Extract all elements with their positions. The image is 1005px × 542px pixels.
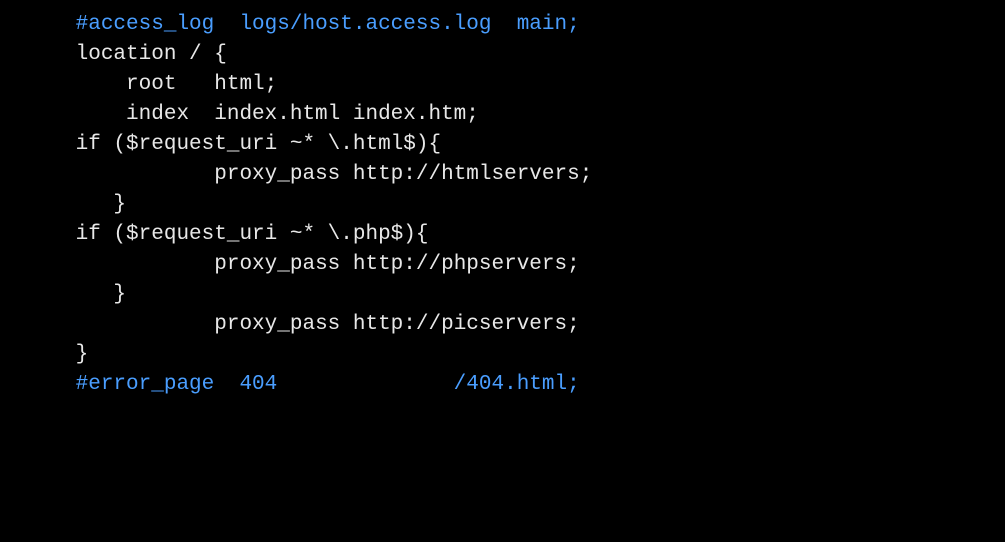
code-text: root html; bbox=[126, 73, 277, 96]
indent bbox=[0, 193, 113, 216]
code-text: proxy_pass http://phpservers; bbox=[214, 253, 579, 276]
indent bbox=[0, 133, 76, 156]
comment-text: #error_page 404 /404.html; bbox=[76, 373, 580, 396]
code-line: #error_page 404 /404.html; bbox=[0, 370, 1005, 400]
indent bbox=[0, 73, 126, 96]
code-line: } bbox=[0, 190, 1005, 220]
code-text: } bbox=[76, 343, 89, 366]
code-line: proxy_pass http://picservers; bbox=[0, 310, 1005, 340]
code-line: if ($request_uri ~* \.php$){ bbox=[0, 220, 1005, 250]
code-text: proxy_pass http://picservers; bbox=[214, 313, 579, 336]
code-line: proxy_pass http://phpservers; bbox=[0, 250, 1005, 280]
code-line: proxy_pass http://htmlservers; bbox=[0, 160, 1005, 190]
code-text: location / { bbox=[76, 43, 227, 66]
indent bbox=[0, 103, 126, 126]
code-editor-content[interactable]: #access_log logs/host.access.log main; l… bbox=[0, 10, 1005, 400]
code-line: root html; bbox=[0, 70, 1005, 100]
code-line: } bbox=[0, 340, 1005, 370]
indent bbox=[0, 163, 214, 186]
code-line: if ($request_uri ~* \.html$){ bbox=[0, 130, 1005, 160]
indent bbox=[0, 43, 76, 66]
code-line: #access_log logs/host.access.log main; bbox=[0, 10, 1005, 40]
code-line: index index.html index.htm; bbox=[0, 100, 1005, 130]
code-line: } bbox=[0, 280, 1005, 310]
indent bbox=[0, 313, 214, 336]
indent bbox=[0, 13, 76, 36]
indent bbox=[0, 253, 214, 276]
indent bbox=[0, 343, 76, 366]
code-text: } bbox=[113, 193, 126, 216]
code-text: if ($request_uri ~* \.php$){ bbox=[76, 223, 429, 246]
code-text: proxy_pass http://htmlservers; bbox=[214, 163, 592, 186]
code-text: index index.html index.htm; bbox=[126, 103, 479, 126]
code-text: } bbox=[113, 283, 126, 306]
code-text: if ($request_uri ~* \.html$){ bbox=[76, 133, 441, 156]
comment-text: #access_log logs/host.access.log main; bbox=[76, 13, 580, 36]
indent bbox=[0, 223, 76, 246]
code-line: location / { bbox=[0, 40, 1005, 70]
indent bbox=[0, 373, 76, 396]
indent bbox=[0, 283, 113, 306]
